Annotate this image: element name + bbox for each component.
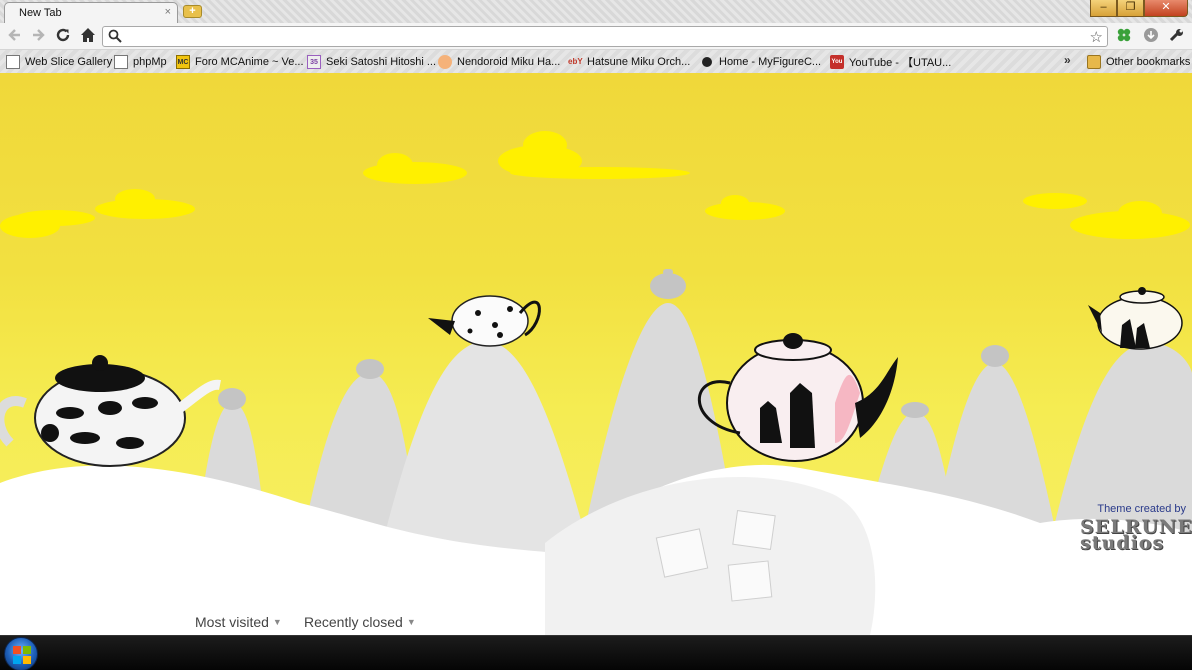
bookmark-hatsune-miku-orch[interactable]: ebY Hatsune Miku Orch... — [568, 54, 690, 70]
download-icon[interactable] — [1142, 27, 1160, 45]
other-bookmarks-folder[interactable]: Other bookmarks — [1087, 54, 1190, 70]
toolbar: ☆ — [0, 23, 1192, 50]
bookmark-label: YouTube - 【UTAU... — [849, 57, 952, 69]
bookmark-label: Web Slice Gallery — [25, 56, 113, 68]
close-window-button[interactable]: ✕ — [1144, 0, 1188, 17]
ebay-icon: ebY — [568, 57, 583, 66]
bookmarks-overflow-button[interactable]: » — [1064, 53, 1071, 67]
clover-icon[interactable] — [1115, 27, 1133, 45]
teapot-cats-right — [1088, 287, 1183, 350]
restore-button[interactable]: ❐ — [1117, 0, 1144, 17]
most-visited-label: Most visited — [195, 614, 269, 630]
mfc-icon — [702, 57, 712, 67]
bookmark-youtube-utau[interactable]: You YouTube - 【UTAU... — [830, 54, 951, 70]
bookmark-label: phpMp — [133, 56, 167, 68]
reload-icon — [56, 28, 70, 42]
theme-credit: Theme created by — [1097, 503, 1186, 515]
page-icon — [114, 55, 128, 69]
bookmark-label: Foro MCAnime ~ Ve... — [195, 56, 304, 68]
theme-background — [0, 131, 1192, 635]
other-bookmarks-label: Other bookmarks — [1106, 56, 1191, 68]
youtube-icon: You — [830, 55, 844, 69]
bookmark-web-slice-gallery[interactable]: Web Slice Gallery — [6, 54, 112, 70]
page-icon — [6, 55, 20, 69]
bookmark-myfigurecollection[interactable]: Home - MyFigureC... — [700, 54, 821, 70]
taskbar — [0, 635, 1192, 670]
arrow-left-icon — [8, 29, 20, 41]
bookmark-label: Hatsune Miku Orch... — [587, 56, 691, 68]
studio-logo: SELRUNE studios — [1080, 518, 1192, 553]
nendoroid-icon — [438, 55, 452, 69]
bookmark-nendoroid-miku[interactable]: Nendoroid Miku Ha... — [438, 54, 560, 70]
teapot-dotted — [428, 295, 541, 347]
address-input[interactable] — [127, 29, 1067, 44]
minimize-button[interactable]: ‒ — [1090, 0, 1117, 17]
windows-logo-icon — [13, 646, 31, 664]
recently-closed-menu[interactable]: Recently closed ▼ — [304, 614, 416, 630]
teapot-cats-left — [0, 355, 221, 467]
teapot-cats-center — [697, 333, 898, 462]
bookmarks-bar: Web Slice Gallery phpMp MC Foro MCAnime … — [0, 50, 1192, 73]
folder-icon — [1087, 55, 1101, 69]
title-bar: New Tab × + ‒ ❐ ✕ — [0, 0, 1192, 23]
mcanime-icon: MC — [176, 55, 190, 69]
star-icon[interactable]: ☆ — [1090, 28, 1103, 46]
new-tab-button[interactable]: + — [183, 5, 202, 18]
start-button[interactable] — [4, 637, 38, 670]
bookmark-label: Nendoroid Miku Ha... — [457, 56, 561, 68]
clouds — [0, 131, 1190, 239]
site-35-icon: 35 — [307, 55, 321, 69]
small-teapots — [218, 269, 1009, 418]
most-visited-menu[interactable]: Most visited ▼ — [195, 614, 282, 630]
home-button[interactable] — [79, 27, 97, 45]
bookmark-label: Home - MyFigureC... — [719, 56, 822, 68]
search-icon — [108, 29, 122, 43]
new-tab-page: Theme created by SELRUNE studios Most vi… — [0, 73, 1192, 635]
chevron-down-icon: ▼ — [406, 617, 416, 627]
omnibox[interactable]: ☆ — [102, 26, 1108, 47]
wrench-icon[interactable] — [1168, 27, 1186, 45]
mountain-front — [380, 341, 590, 553]
recently-closed-label: Recently closed — [304, 614, 403, 630]
tab-new-tab[interactable]: New Tab × — [4, 2, 178, 23]
home-icon — [81, 28, 95, 42]
close-tab-icon[interactable]: × — [165, 6, 171, 18]
forward-button[interactable] — [29, 27, 47, 45]
back-button[interactable] — [6, 27, 24, 45]
bookmark-phpmp[interactable]: phpMp — [114, 54, 167, 70]
arrow-right-icon — [33, 29, 45, 41]
reload-button[interactable] — [54, 27, 72, 45]
bookmark-seki-satoshi[interactable]: 35 Seki Satoshi Hitoshi ... — [307, 54, 436, 70]
bookmark-label: Seki Satoshi Hitoshi ... — [326, 56, 437, 68]
window-controls: ‒ ❐ ✕ — [1090, 0, 1188, 18]
chevron-down-icon: ▼ — [272, 617, 282, 627]
tab-title: New Tab — [19, 7, 62, 19]
bookmark-foro-mcanime[interactable]: MC Foro MCAnime ~ Ve... — [176, 54, 304, 70]
